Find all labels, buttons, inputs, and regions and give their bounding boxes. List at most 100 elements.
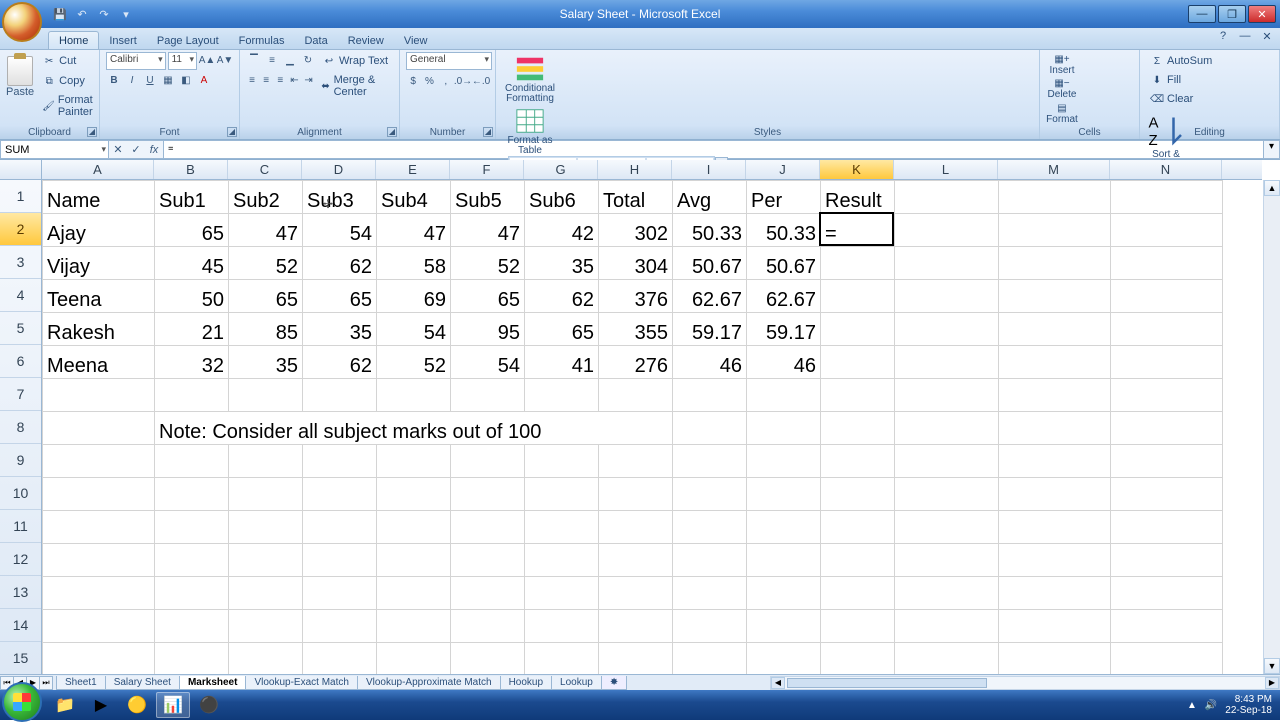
tray-up-icon[interactable]: ▲ bbox=[1187, 700, 1197, 711]
cell-G2[interactable]: 42 bbox=[525, 214, 599, 247]
cell-I13[interactable] bbox=[673, 577, 747, 610]
cell-D5[interactable]: 35 bbox=[303, 313, 377, 346]
cell-C9[interactable] bbox=[229, 445, 303, 478]
cell-E14[interactable] bbox=[377, 610, 451, 643]
cell-D11[interactable] bbox=[303, 511, 377, 544]
tab-insert[interactable]: Insert bbox=[99, 32, 147, 49]
cell-C14[interactable] bbox=[229, 610, 303, 643]
fill-color-button[interactable]: ◧ bbox=[178, 72, 194, 88]
cell-A9[interactable] bbox=[43, 445, 155, 478]
row-header-2[interactable]: 2 bbox=[0, 213, 41, 246]
cell-L1[interactable] bbox=[895, 181, 999, 214]
cell-G9[interactable] bbox=[525, 445, 599, 478]
tab-data[interactable]: Data bbox=[294, 32, 337, 49]
cell-F6[interactable]: 54 bbox=[451, 346, 525, 379]
sheet-tab-salary-sheet[interactable]: Salary Sheet bbox=[105, 676, 180, 690]
cell-K15[interactable] bbox=[821, 643, 895, 675]
cell-C12[interactable] bbox=[229, 544, 303, 577]
cell-A13[interactable] bbox=[43, 577, 155, 610]
copy-button[interactable]: ⧉Copy bbox=[38, 72, 98, 90]
cell-L6[interactable] bbox=[895, 346, 999, 379]
align-top-icon[interactable]: ▔ bbox=[246, 52, 262, 68]
row-header-1[interactable]: 1 bbox=[0, 180, 41, 213]
cell-A15[interactable] bbox=[43, 643, 155, 675]
cell-N7[interactable] bbox=[1111, 379, 1223, 412]
cell-H6[interactable]: 276 bbox=[599, 346, 673, 379]
cell-G12[interactable] bbox=[525, 544, 599, 577]
cell-J7[interactable] bbox=[747, 379, 821, 412]
expand-formula-bar-icon[interactable]: ▾ bbox=[1264, 140, 1280, 159]
cell-K4[interactable] bbox=[821, 280, 895, 313]
cell-N8[interactable] bbox=[1111, 412, 1223, 445]
cell-C15[interactable] bbox=[229, 643, 303, 675]
name-box[interactable]: SUM bbox=[0, 140, 108, 159]
cell-E15[interactable] bbox=[377, 643, 451, 675]
sheet-tab-hookup[interactable]: Hookup bbox=[500, 676, 552, 690]
cell-F14[interactable] bbox=[451, 610, 525, 643]
italic-button[interactable]: I bbox=[124, 72, 140, 88]
cell-F15[interactable] bbox=[451, 643, 525, 675]
cell-D9[interactable] bbox=[303, 445, 377, 478]
cell-K14[interactable] bbox=[821, 610, 895, 643]
tab-review[interactable]: Review bbox=[338, 32, 394, 49]
cell-G6[interactable]: 41 bbox=[525, 346, 599, 379]
align-center-icon[interactable]: ≡ bbox=[260, 72, 272, 88]
qat-more-icon[interactable]: ▾ bbox=[118, 6, 134, 22]
sheet-tab-vlookup-approximate-match[interactable]: Vlookup-Approximate Match bbox=[357, 676, 501, 690]
cell-H11[interactable] bbox=[599, 511, 673, 544]
cell-M3[interactable] bbox=[999, 247, 1111, 280]
cell-N15[interactable] bbox=[1111, 643, 1223, 675]
cell-J11[interactable] bbox=[747, 511, 821, 544]
cell-J9[interactable] bbox=[747, 445, 821, 478]
font-color-button[interactable]: A bbox=[196, 72, 212, 88]
vertical-scrollbar[interactable]: ▲ ▼ bbox=[1263, 180, 1280, 674]
cell-I9[interactable] bbox=[673, 445, 747, 478]
cell-M14[interactable] bbox=[999, 610, 1111, 643]
help-icon[interactable]: ? bbox=[1216, 30, 1230, 44]
minimize-button[interactable]: — bbox=[1188, 5, 1216, 23]
cell-G1[interactable]: Sub6 bbox=[525, 181, 599, 214]
comma-icon[interactable]: , bbox=[439, 73, 453, 89]
cell-J4[interactable]: 62.67 bbox=[747, 280, 821, 313]
cell-K11[interactable] bbox=[821, 511, 895, 544]
worksheet-grid[interactable]: ABCDEFGHIJKLMN 123456789101112131415 Nam… bbox=[0, 160, 1280, 674]
cell-G5[interactable]: 65 bbox=[525, 313, 599, 346]
scroll-down-icon[interactable]: ▼ bbox=[1264, 658, 1280, 674]
underline-button[interactable]: U bbox=[142, 72, 158, 88]
explorer-icon[interactable]: 📁 bbox=[48, 692, 82, 718]
insert-cells-button[interactable]: ▦+Insert bbox=[1046, 52, 1078, 76]
cell-K6[interactable] bbox=[821, 346, 895, 379]
cell-N3[interactable] bbox=[1111, 247, 1223, 280]
cell-B1[interactable]: Sub1 bbox=[155, 181, 229, 214]
cell-A6[interactable]: Meena bbox=[43, 346, 155, 379]
column-headers[interactable]: ABCDEFGHIJKLMN bbox=[42, 160, 1262, 180]
cell-I4[interactable]: 62.67 bbox=[673, 280, 747, 313]
cell-B10[interactable] bbox=[155, 478, 229, 511]
row-header-14[interactable]: 14 bbox=[0, 609, 41, 642]
cell-C13[interactable] bbox=[229, 577, 303, 610]
row-header-8[interactable]: 8 bbox=[0, 411, 41, 444]
tab-home[interactable]: Home bbox=[48, 31, 99, 49]
cell-G15[interactable] bbox=[525, 643, 599, 675]
col-header-C[interactable]: C bbox=[228, 160, 302, 179]
cell-B13[interactable] bbox=[155, 577, 229, 610]
cell-E7[interactable] bbox=[377, 379, 451, 412]
cell-F7[interactable] bbox=[451, 379, 525, 412]
row-header-15[interactable]: 15 bbox=[0, 642, 41, 674]
cell-J12[interactable] bbox=[747, 544, 821, 577]
row-header-13[interactable]: 13 bbox=[0, 576, 41, 609]
wrap-text-button[interactable]: ↩Wrap Text bbox=[318, 52, 392, 70]
obs-icon[interactable]: ⚫ bbox=[192, 692, 226, 718]
cell-M12[interactable] bbox=[999, 544, 1111, 577]
shrink-font-icon[interactable]: A▼ bbox=[217, 52, 233, 68]
scroll-left-icon[interactable]: ◀ bbox=[771, 677, 785, 689]
cell-H12[interactable] bbox=[599, 544, 673, 577]
cell-E9[interactable] bbox=[377, 445, 451, 478]
last-sheet-icon[interactable]: ⏭ bbox=[39, 676, 53, 690]
cell-G4[interactable]: 62 bbox=[525, 280, 599, 313]
cell-C5[interactable]: 85 bbox=[229, 313, 303, 346]
row-header-7[interactable]: 7 bbox=[0, 378, 41, 411]
sheet-tab-lookup[interactable]: Lookup bbox=[551, 676, 602, 690]
cell-I2[interactable]: 50.33 bbox=[673, 214, 747, 247]
cell-L2[interactable] bbox=[895, 214, 999, 247]
